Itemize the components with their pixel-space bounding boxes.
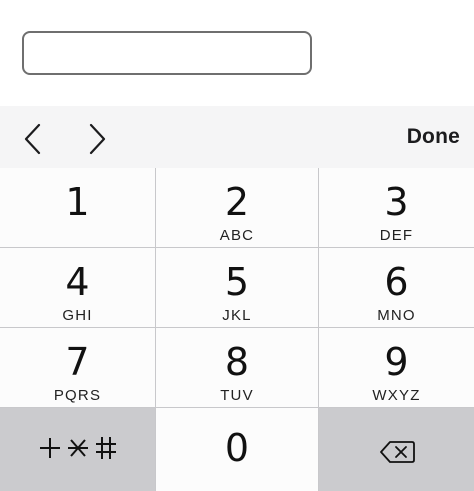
symbols-key[interactable] xyxy=(0,408,155,491)
next-field-button[interactable] xyxy=(82,122,112,156)
key-digit: 4 xyxy=(65,260,90,304)
key-letters: PQRS xyxy=(53,387,102,404)
keyboard-toolbar: Done xyxy=(0,106,474,168)
key-8[interactable]: 8 TUV xyxy=(156,328,318,407)
key-3[interactable]: 3 DEF xyxy=(319,168,474,247)
delete-icon xyxy=(379,440,415,469)
chevron-left-icon xyxy=(24,123,41,155)
key-7[interactable]: 7 PQRS xyxy=(0,328,155,407)
key-2[interactable]: 2 ABC xyxy=(156,168,318,247)
plus-star-hash-icon xyxy=(38,435,118,461)
key-9[interactable]: 9 WXYZ xyxy=(319,328,474,407)
key-4[interactable]: 4 GHI xyxy=(0,248,155,327)
key-letters: JKL xyxy=(222,307,252,324)
key-0[interactable]: 0 xyxy=(156,408,318,491)
key-letters: TUV xyxy=(220,387,254,404)
key-6[interactable]: 6 MNO xyxy=(319,248,474,327)
key-letters: WXYZ xyxy=(372,387,421,404)
numeric-keypad: 1 2 ABC 3 DEF 4 GHI 5 JKL 6 MNO 7 PQRS 8… xyxy=(0,168,474,491)
key-digit: 9 xyxy=(384,340,409,384)
delete-key[interactable] xyxy=(319,408,474,491)
key-letters: DEF xyxy=(379,227,414,244)
key-1[interactable]: 1 xyxy=(0,168,155,247)
key-digit: 6 xyxy=(384,260,409,304)
key-digit: 8 xyxy=(224,340,250,384)
key-digit: 7 xyxy=(65,340,90,384)
key-digit: 2 xyxy=(224,180,250,224)
key-letters: MNO xyxy=(377,307,416,324)
key-letters: ABC xyxy=(219,227,255,244)
key-letters: GHI xyxy=(62,307,93,324)
key-digit: 1 xyxy=(65,180,90,224)
key-digit: 5 xyxy=(224,260,250,304)
key-digit: 3 xyxy=(384,180,409,224)
key-digit: 0 xyxy=(224,426,250,470)
text-input[interactable] xyxy=(22,31,312,75)
key-5[interactable]: 5 JKL xyxy=(156,248,318,327)
chevron-right-icon xyxy=(89,123,106,155)
done-button[interactable]: Done xyxy=(407,125,460,149)
previous-field-button[interactable] xyxy=(18,122,48,156)
